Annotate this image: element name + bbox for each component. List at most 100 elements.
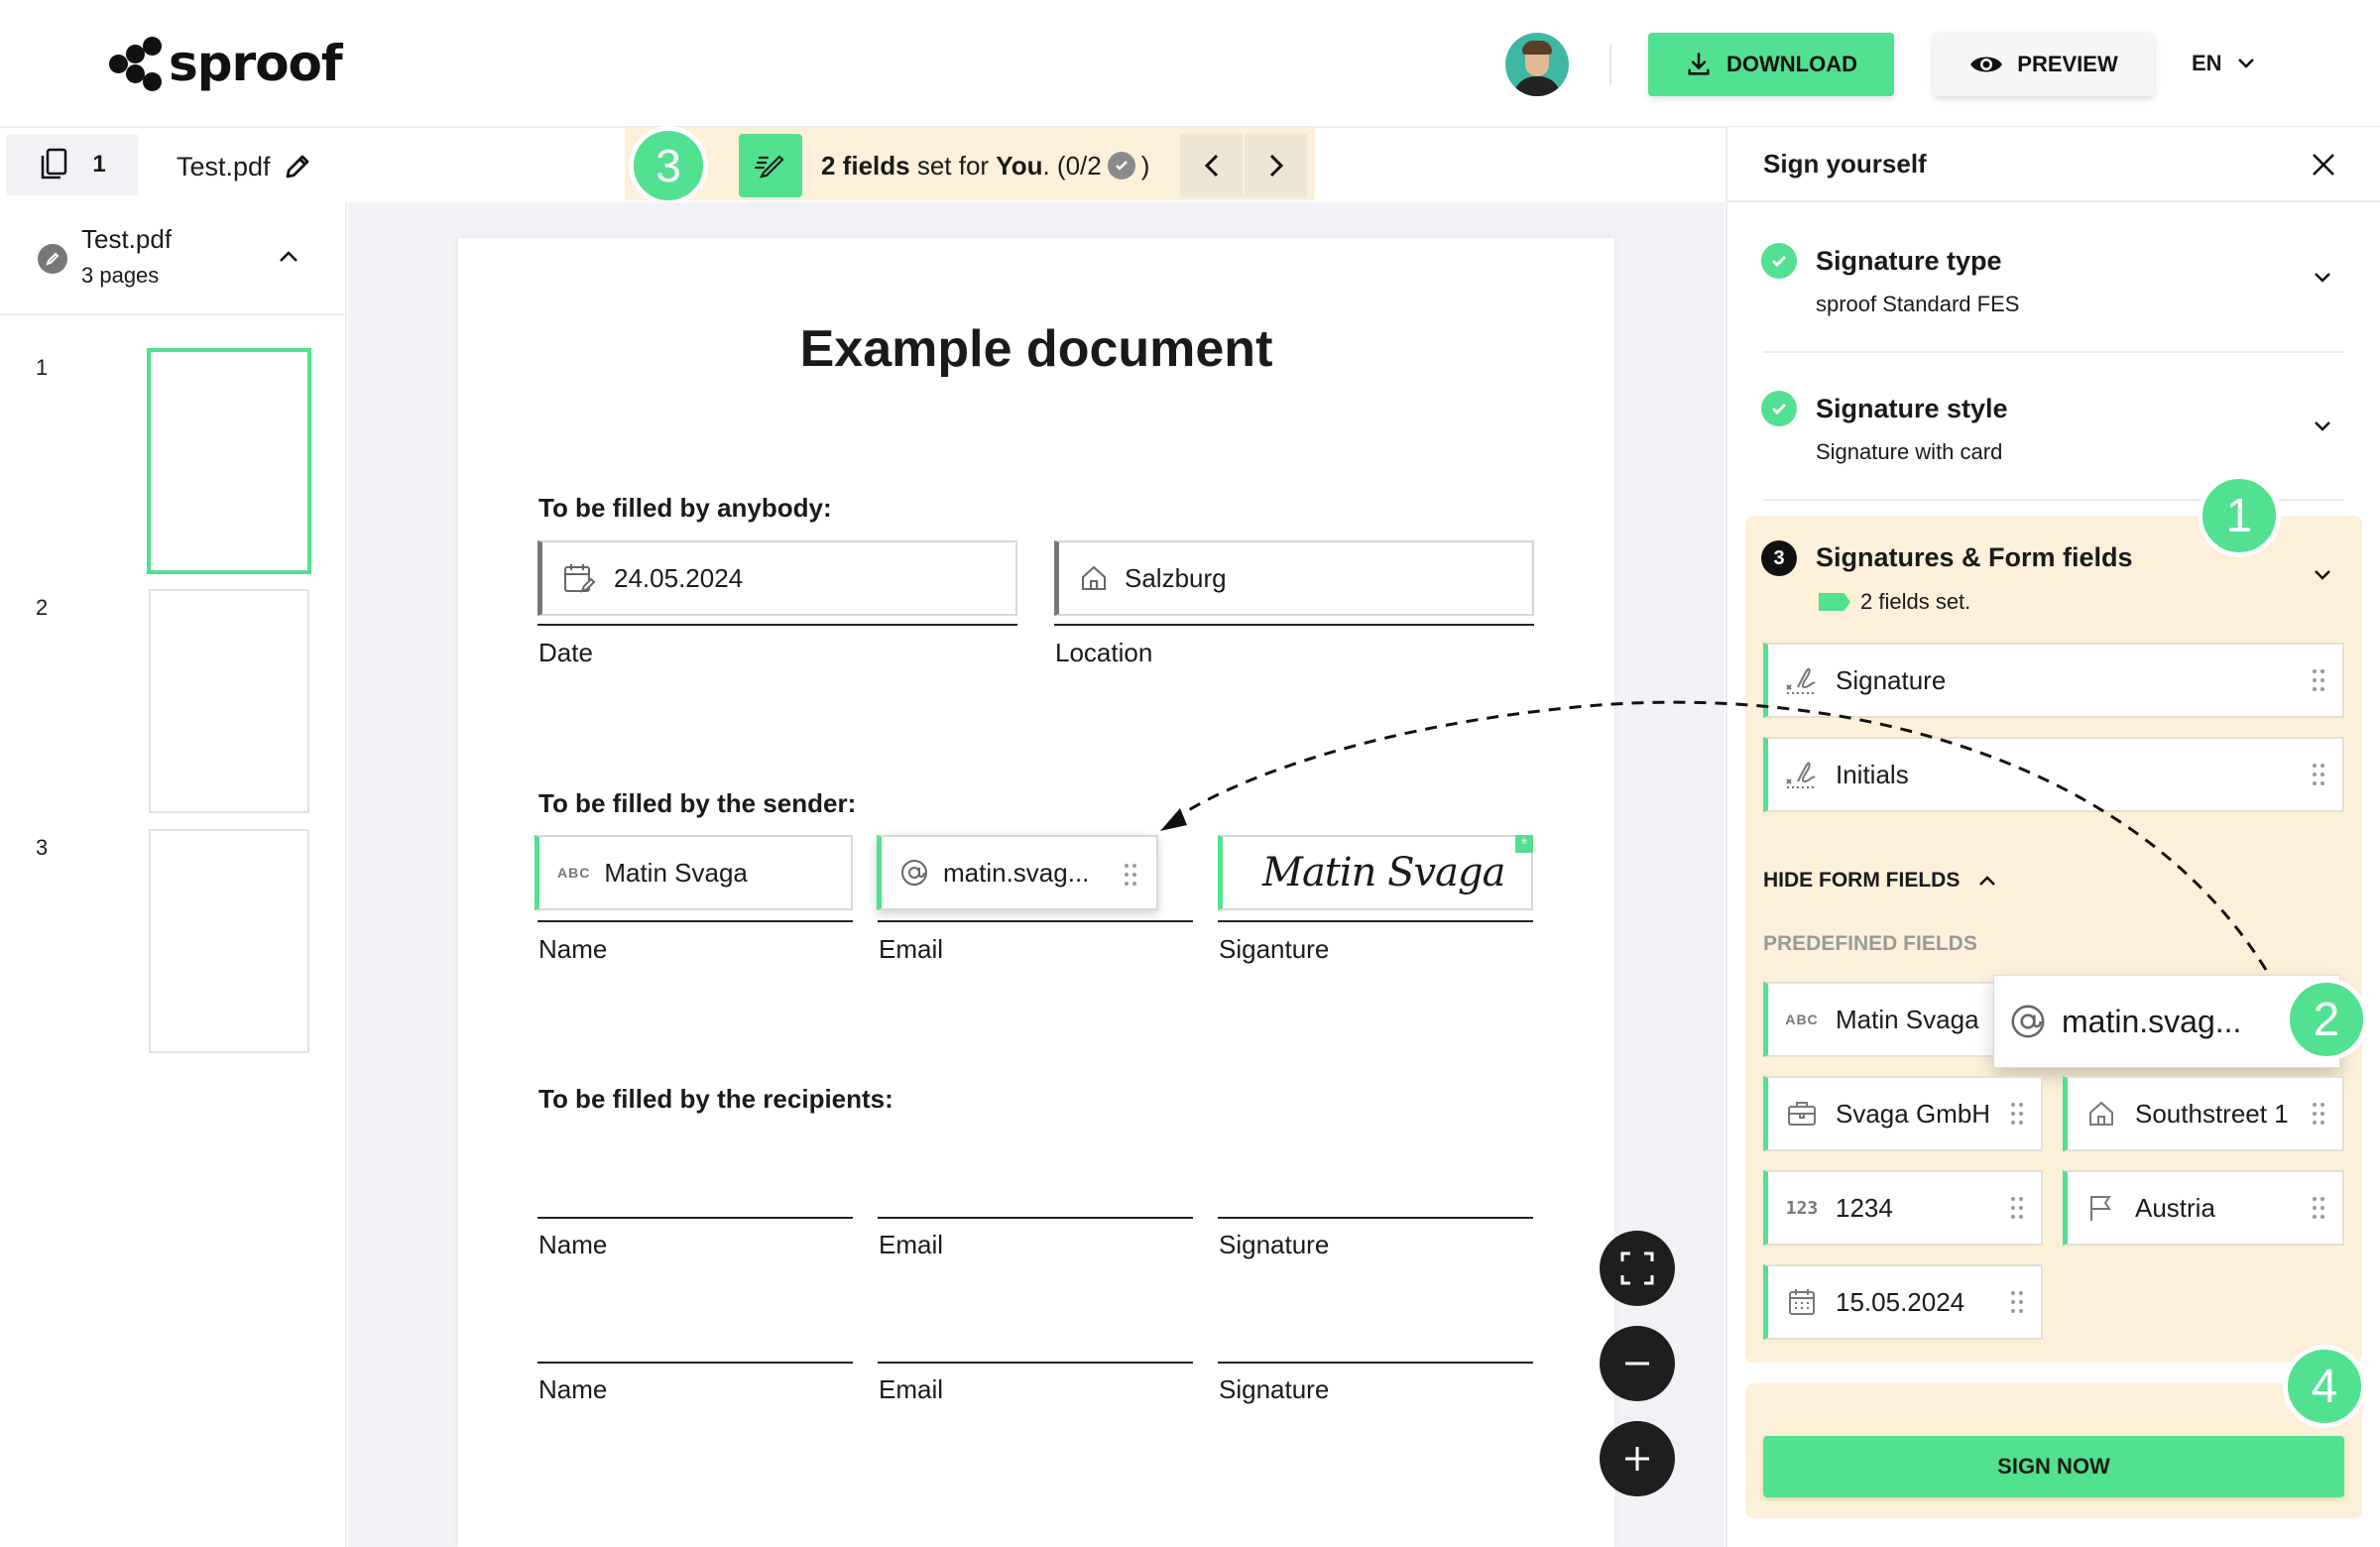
thumb-number: 1 (36, 355, 49, 380)
field-tag-icon (1819, 593, 1850, 611)
preview-button[interactable]: PREVIEW (1934, 33, 2154, 96)
drag-handle-icon[interactable] (2313, 764, 2324, 785)
initials-field-item[interactable]: Initials (1763, 737, 2344, 812)
email-label: Email (879, 934, 944, 964)
sproof-logo[interactable]: sproof (109, 34, 343, 93)
field-navigation (1180, 134, 1307, 197)
panel-title: Sign yourself (1763, 149, 1927, 178)
zoom-in-button[interactable] (1600, 1421, 1675, 1496)
text-abc-icon: ABC (557, 865, 591, 881)
chevron-right-icon (1269, 154, 1283, 178)
fullscreen-button[interactable] (1600, 1231, 1675, 1306)
initials-item-label: Initials (1836, 759, 1909, 789)
underline (878, 1362, 1193, 1364)
underline (1218, 1217, 1533, 1219)
chevron-down-icon[interactable] (2313, 419, 2332, 433)
language-label: EN (2192, 51, 2222, 75)
close-icon[interactable] (2311, 152, 2336, 178)
zoom-out-button[interactable] (1600, 1326, 1675, 1401)
home-icon (2089, 1101, 2113, 1126)
name-field[interactable]: ABC Matin Svaga (535, 835, 853, 910)
drag-handle-icon[interactable] (2011, 1103, 2023, 1125)
underline (537, 624, 1017, 626)
underline (537, 1362, 853, 1364)
recipient-signature-label: Signature (1219, 1230, 1330, 1259)
check-circle-icon (1761, 391, 1797, 426)
predefined-street-item[interactable]: Southstreet 1 (2063, 1076, 2344, 1151)
drag-handle-icon[interactable] (2313, 669, 2324, 691)
location-field[interactable]: Salzburg (1054, 540, 1534, 616)
drag-handle-icon[interactable] (1125, 864, 1136, 886)
signature-script: Matin Svaga (1262, 850, 1505, 895)
predefined-fields-label: PREDEFINED FIELDS (1763, 932, 1977, 955)
avatar[interactable] (1505, 33, 1569, 96)
divider (1726, 200, 2380, 202)
page-thumbnail-2[interactable] (149, 589, 309, 813)
hint-mid: set for (909, 150, 997, 180)
at-sign-icon (901, 860, 927, 886)
drag-handle-icon[interactable] (2011, 1197, 2023, 1219)
plus-icon (1625, 1447, 1649, 1471)
file-status-icon (38, 244, 67, 274)
hint-progress: . (0/2 (1042, 150, 1102, 180)
divider (1609, 45, 1611, 84)
page-count-tab[interactable]: 1 (6, 134, 139, 195)
predefined-date-item[interactable]: 15.05.2024 (1763, 1264, 2043, 1340)
predefined-country: Austria (2135, 1192, 2215, 1223)
hint-you: You (996, 150, 1043, 180)
drag-handle-icon[interactable] (2313, 1103, 2324, 1125)
pages-icon (42, 148, 67, 179)
predefined-number-item[interactable]: 123 1234 (1763, 1170, 2043, 1246)
chevron-left-icon (1204, 154, 1218, 178)
page-thumbnail-1[interactable] (147, 348, 311, 574)
predefined-country-item[interactable]: Austria (2063, 1170, 2344, 1246)
next-field-button[interactable] (1243, 134, 1307, 197)
file-name[interactable]: Test.pdf (177, 147, 312, 186)
predefined-date: 15.05.2024 (1836, 1286, 1965, 1317)
recipient-signature-label: Signature (1219, 1374, 1330, 1404)
drag-handle-icon[interactable] (2313, 1197, 2324, 1219)
chevron-down-icon[interactable] (2313, 271, 2332, 285)
date-field[interactable]: 24.05.2024 (537, 540, 1017, 616)
required-marker-icon: * (1515, 835, 1533, 853)
underline (878, 920, 1193, 922)
predefined-email: matin.svag... (2062, 1003, 2242, 1039)
chevron-up-icon[interactable] (278, 250, 299, 264)
page-thumbnail-3[interactable] (149, 829, 309, 1053)
download-button[interactable]: DOWNLOAD (1648, 33, 1894, 96)
predefined-name: Matin Svaga (1836, 1004, 1979, 1034)
language-select[interactable]: EN (2192, 44, 2256, 83)
at-sign-icon (2011, 1005, 2045, 1038)
email-field[interactable]: matin.svag... (877, 835, 1158, 910)
divider (1763, 351, 2344, 353)
underline (878, 1217, 1193, 1219)
signature-field-item[interactable]: Signature (1763, 643, 2344, 718)
form-fields-title[interactable]: Signatures & Form fields (1816, 542, 2133, 573)
predefined-company-item[interactable]: Svaga GmbH (1763, 1076, 2043, 1151)
underline (1218, 920, 1533, 922)
check-circle-icon (1107, 152, 1135, 179)
underline (537, 1217, 853, 1219)
file-title: Test.pdf (81, 224, 173, 254)
chevron-down-icon[interactable] (2313, 568, 2332, 582)
text-abc-icon: ABC (1785, 1012, 1819, 1027)
fields-status: 2 fields set. (1860, 589, 1971, 614)
pencil-icon[interactable] (283, 152, 312, 181)
preview-label: PREVIEW (2017, 52, 2118, 76)
signature-type-value: sproof Standard FES (1816, 292, 2020, 316)
signature-label: Siganture (1219, 934, 1330, 964)
home-icon (1082, 565, 1106, 590)
signature-field[interactable]: Matin Svaga (1218, 835, 1533, 910)
section-anybody: To be filled by anybody: (538, 493, 832, 523)
signature-style-title[interactable]: Signature style (1816, 394, 2008, 424)
location-value: Salzburg (1125, 562, 1227, 593)
logo-dots-icon (109, 37, 163, 91)
section-recipients: To be filled by the recipients: (538, 1084, 893, 1114)
signature-type-title[interactable]: Signature type (1816, 246, 2002, 277)
file-name-text: Test.pdf (177, 151, 271, 181)
drag-handle-icon[interactable] (2011, 1291, 2023, 1313)
sign-now-button[interactable]: SIGN NOW (1763, 1436, 2344, 1497)
previous-field-button[interactable] (1180, 134, 1243, 197)
hide-form-fields-toggle[interactable]: HIDE FORM FIELDS (1763, 869, 1997, 892)
signature-icon (1786, 667, 1817, 694)
